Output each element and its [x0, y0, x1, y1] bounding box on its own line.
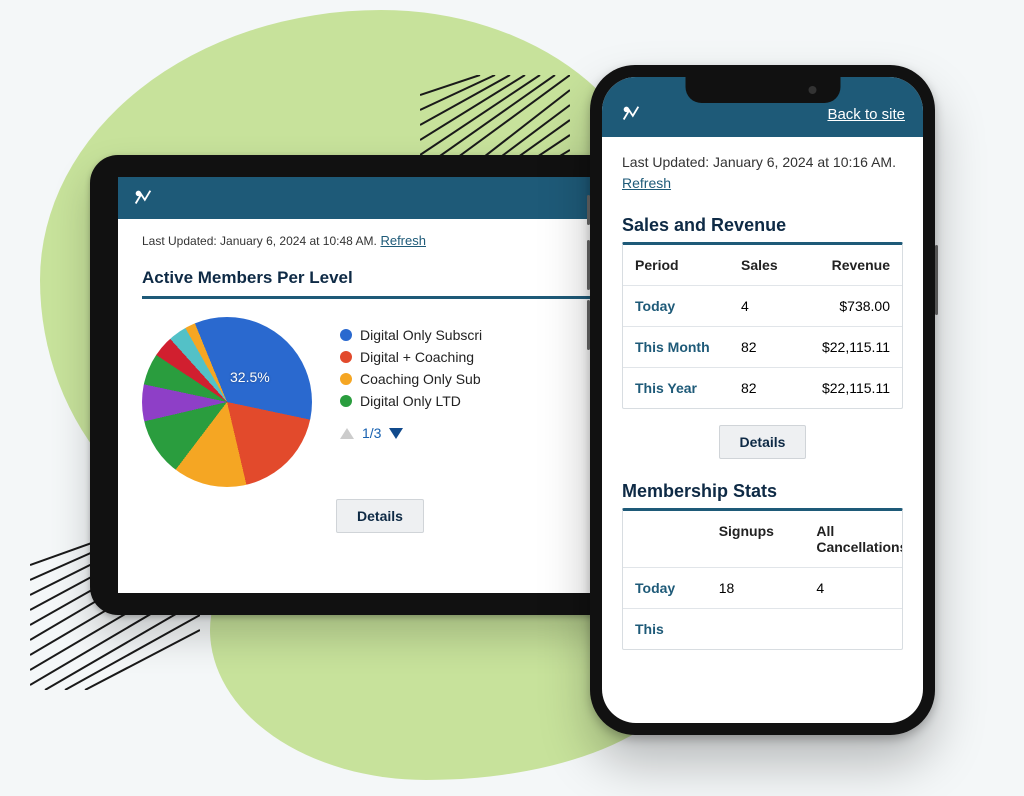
cell-period[interactable]: This Month [623, 327, 729, 367]
legend-pager: 1/3 [340, 425, 482, 441]
cell-revenue: $22,115.11 [804, 327, 902, 367]
legend-item: Digital Only Subscri [340, 327, 482, 343]
tablet-device-frame: Last Updated: January 6, 2024 at 10:48 A… [90, 155, 670, 615]
legend-item: Coaching Only Sub [340, 371, 482, 387]
legend-item: Digital + Coaching [340, 349, 482, 365]
legend-swatch-icon [340, 351, 352, 363]
phone-device-frame: Back to site Last Updated: January 6, 20… [590, 65, 935, 735]
tablet-header-bar [118, 177, 642, 219]
pager-position: 1/3 [362, 425, 381, 441]
pager-prev-icon[interactable] [340, 428, 354, 439]
section-title-membership: Membership Stats [622, 481, 903, 502]
legend-swatch-icon [340, 329, 352, 341]
pager-next-icon[interactable] [389, 428, 403, 439]
cell-period[interactable]: Today [623, 568, 707, 608]
section-title-sales: Sales and Revenue [622, 215, 903, 236]
cell-period[interactable]: This [623, 609, 707, 649]
legend-label: Digital Only Subscri [360, 327, 482, 343]
col-cancellations: All Cancellations [804, 511, 902, 567]
table-row: This Month82$22,115.11 [623, 327, 902, 368]
cell-revenue: $22,115.11 [804, 368, 902, 408]
last-updated-text: Last Updated: January 6, 2024 at 10:16 A… [622, 153, 903, 173]
last-updated-line: Last Updated: January 6, 2024 at 10:48 A… [142, 233, 618, 248]
sales-revenue-table: Period Sales Revenue Today4$738.00This M… [622, 242, 903, 409]
details-button[interactable]: Details [719, 425, 807, 459]
legend-swatch-icon [340, 373, 352, 385]
cell-signups [707, 609, 805, 649]
table-header-row: Signups All Cancellations [623, 511, 902, 568]
phone-side-button [935, 245, 938, 315]
pie-chart: 32.5% [142, 317, 312, 487]
phone-side-button [587, 240, 590, 290]
membership-stats-table: Signups All Cancellations Today184This [622, 508, 903, 650]
app-logo-icon [132, 187, 154, 209]
cell-sales: 82 [729, 327, 804, 367]
table-row: Today184 [623, 568, 902, 609]
legend-label: Digital Only LTD [360, 393, 461, 409]
legend-label: Coaching Only Sub [360, 371, 481, 387]
cell-revenue: $738.00 [804, 286, 902, 326]
table-row: This Year82$22,115.11 [623, 368, 902, 408]
legend-swatch-icon [340, 395, 352, 407]
table-header-row: Period Sales Revenue [623, 245, 902, 286]
table-row: Today4$738.00 [623, 286, 902, 327]
pie-chart-graphic [142, 317, 312, 487]
table-row: This [623, 609, 902, 649]
cell-cancellations: 4 [804, 568, 902, 608]
cell-period[interactable]: This Year [623, 368, 729, 408]
last-updated-text: Last Updated: January 6, 2024 at 10:48 A… [142, 234, 377, 248]
app-logo-icon [620, 103, 642, 125]
col-period: Period [623, 245, 729, 285]
col-signups: Signups [707, 511, 805, 567]
cell-cancellations [804, 609, 902, 649]
details-button[interactable]: Details [336, 499, 424, 533]
col-period [623, 511, 707, 567]
phone-side-button [587, 195, 590, 225]
cell-signups: 18 [707, 568, 805, 608]
section-underline [142, 296, 618, 299]
legend-item: Digital Only LTD [340, 393, 482, 409]
pie-slice-label: 32.5% [230, 369, 270, 385]
phone-side-button [587, 300, 590, 350]
legend-label: Digital + Coaching [360, 349, 474, 365]
back-to-site-link[interactable]: Back to site [827, 106, 905, 123]
section-title: Active Members Per Level [142, 268, 618, 288]
cell-period[interactable]: Today [623, 286, 729, 326]
col-revenue: Revenue [804, 245, 902, 285]
chart-legend: Digital Only Subscri Digital + Coaching Co… [340, 317, 482, 441]
refresh-link[interactable]: Refresh [380, 233, 426, 248]
refresh-link[interactable]: Refresh [622, 175, 671, 191]
phone-screen: Back to site Last Updated: January 6, 20… [602, 77, 923, 723]
col-sales: Sales [729, 245, 804, 285]
cell-sales: 82 [729, 368, 804, 408]
phone-notch [685, 77, 840, 103]
tablet-screen: Last Updated: January 6, 2024 at 10:48 A… [118, 177, 642, 593]
cell-sales: 4 [729, 286, 804, 326]
